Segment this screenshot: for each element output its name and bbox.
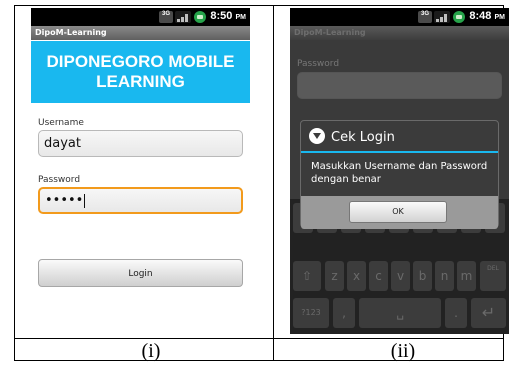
delete-key-label: DEL bbox=[487, 265, 499, 272]
key-b[interactable]: b bbox=[413, 261, 432, 291]
login-button[interactable]: Login bbox=[38, 259, 243, 287]
caption-i: (i) bbox=[141, 340, 161, 362]
signal-icon bbox=[175, 11, 191, 23]
password-input[interactable]: ••••• bbox=[38, 187, 243, 214]
username-label: Username bbox=[38, 118, 84, 128]
dialog-message: Masukkan Username dan Password dengan be… bbox=[311, 161, 488, 185]
delete-key[interactable]: DEL bbox=[480, 261, 506, 291]
app-title-bar: DipoM-Learning bbox=[290, 26, 509, 40]
password-label: Password bbox=[297, 59, 340, 69]
key-n[interactable]: n bbox=[435, 261, 454, 291]
status-time: 8:50 PM bbox=[210, 10, 246, 22]
phone-screen-login: 3G 8:50 PM DipoM-Learning DIPONEGORO MOB… bbox=[31, 8, 250, 334]
symbols-key[interactable]: ?123 bbox=[293, 298, 329, 328]
username-input[interactable]: dayat bbox=[38, 130, 243, 157]
comma-key[interactable]: , bbox=[333, 298, 355, 328]
key-c[interactable]: c bbox=[369, 261, 388, 291]
password-input[interactable] bbox=[297, 72, 502, 99]
username-value: dayat bbox=[44, 136, 81, 151]
signal-icon bbox=[434, 11, 450, 23]
alert-dialog: Cek Login Masukkan Username dan Password… bbox=[300, 120, 499, 229]
figure-divider bbox=[273, 5, 274, 361]
shift-key[interactable]: ⇧ bbox=[293, 261, 321, 291]
password-label: Password bbox=[38, 175, 81, 185]
password-value: ••••• bbox=[45, 193, 84, 208]
text-cursor bbox=[84, 193, 86, 208]
caption-divider bbox=[14, 338, 504, 339]
app-title-bar: DipoM-Learning bbox=[31, 26, 250, 40]
ok-button[interactable]: OK bbox=[349, 201, 447, 223]
3g-icon: 3G bbox=[418, 11, 432, 23]
period-key[interactable]: . bbox=[445, 298, 467, 328]
alert-icon bbox=[309, 128, 325, 144]
key-z[interactable]: z bbox=[325, 261, 344, 291]
dialog-separator bbox=[301, 151, 498, 153]
battery-icon bbox=[194, 11, 206, 23]
status-time: 8:48 PM bbox=[469, 10, 505, 22]
status-bar: 3G 8:48 PM bbox=[290, 8, 509, 26]
status-bar: 3G 8:50 PM bbox=[31, 8, 250, 26]
app-banner: DIPONEGORO MOBILE LEARNING bbox=[31, 41, 250, 103]
phone-screen-login-error: 3G 8:48 PM DipoM-Learning Password a s d… bbox=[290, 8, 509, 334]
caption-ii: (ii) bbox=[390, 340, 416, 362]
3g-icon: 3G bbox=[159, 11, 173, 23]
dialog-footer: OK bbox=[301, 196, 498, 229]
key-m[interactable]: m bbox=[457, 261, 476, 291]
battery-icon bbox=[453, 11, 465, 23]
key-v[interactable]: v bbox=[391, 261, 410, 291]
key-x[interactable]: x bbox=[347, 261, 366, 291]
enter-key[interactable]: ↵ bbox=[471, 298, 506, 328]
space-key[interactable]: ␣ bbox=[359, 298, 441, 328]
banner-text: DIPONEGORO MOBILE LEARNING bbox=[46, 52, 235, 91]
dialog-title: Cek Login bbox=[309, 128, 395, 147]
